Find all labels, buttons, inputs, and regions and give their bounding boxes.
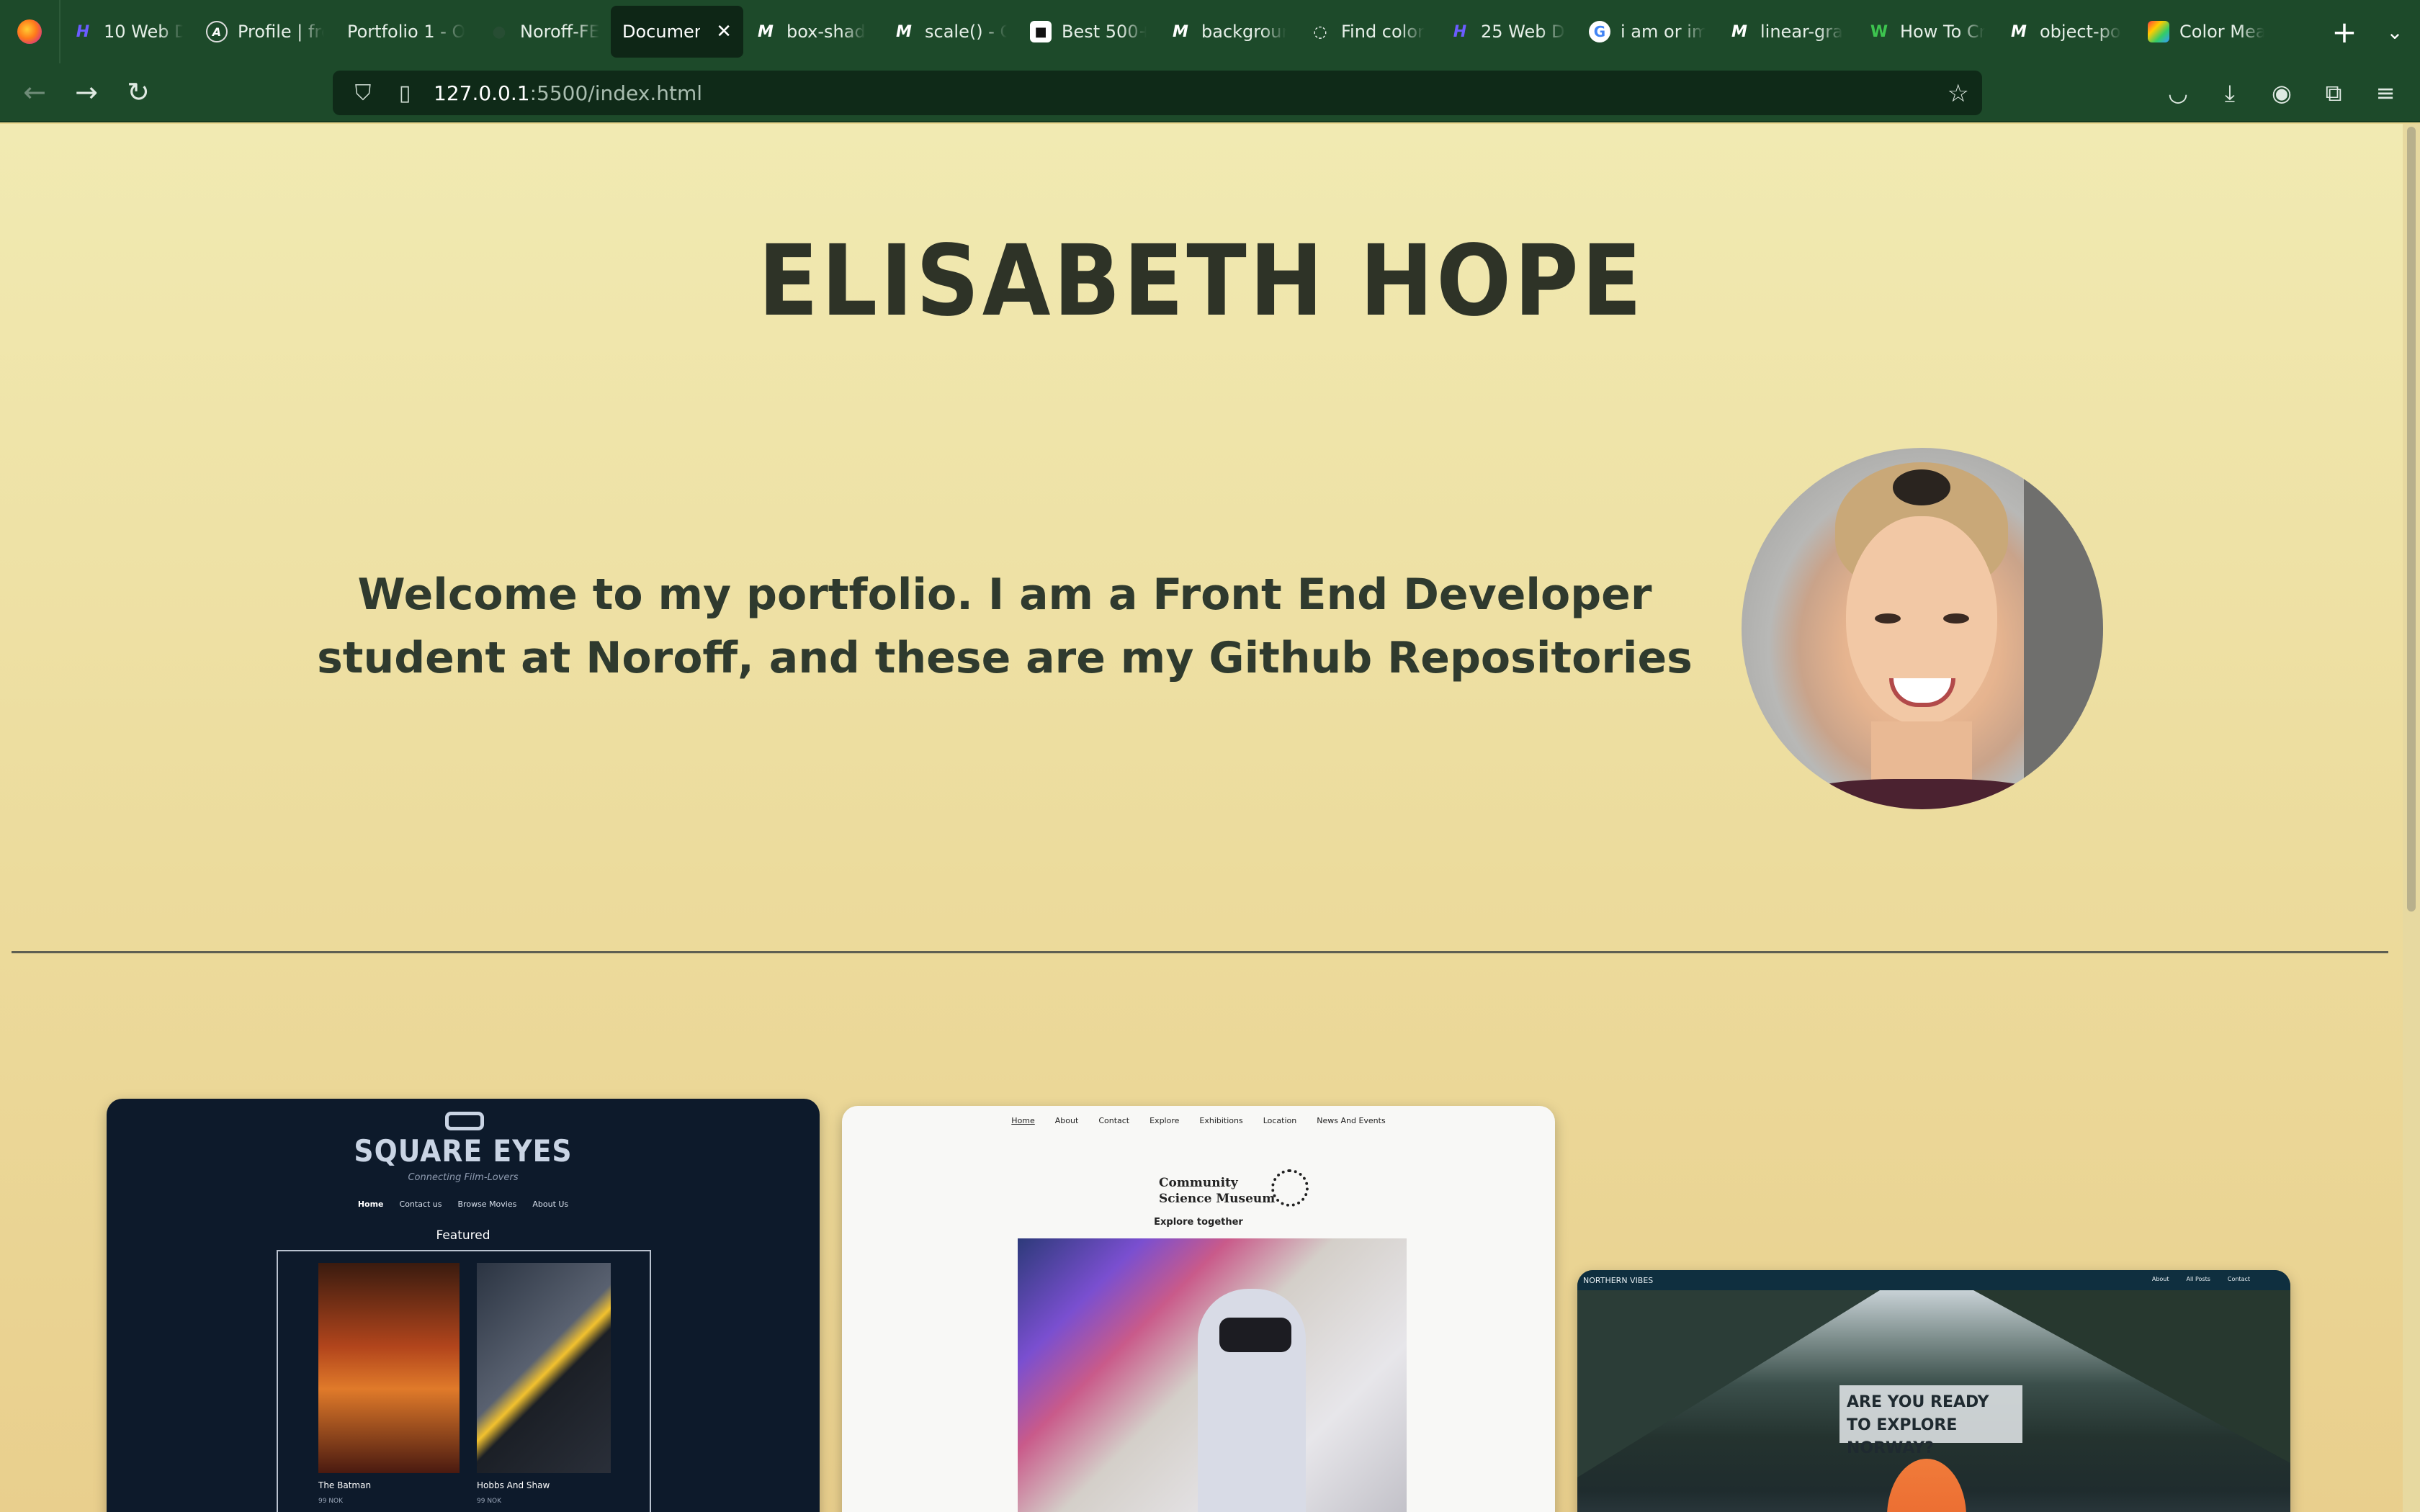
nav-link: About <box>2151 1276 2169 1282</box>
page-scrollbar[interactable] <box>2403 124 2420 1512</box>
downloads-icon[interactable]: ⤓ <box>2204 67 2256 119</box>
movie-poster <box>318 1263 460 1473</box>
featured-movies-box: The Batman Hobbs And Shaw 99 NOK 99 NOK <box>277 1250 651 1512</box>
w3schools-icon: W <box>1870 22 1888 41</box>
museum-hero-image <box>1018 1238 1407 1512</box>
extensions-icon[interactable]: ⧉ <box>2308 67 2360 119</box>
url-host: 127.0.0.1 <box>434 81 530 105</box>
unsplash-icon: ■ <box>1030 21 1052 42</box>
nav-link: Location <box>1263 1116 1297 1125</box>
tab-profile[interactable]: A Profile | fre <box>194 6 336 58</box>
mdn-icon: M <box>896 22 912 41</box>
movie-price: 99 NOK <box>318 1498 344 1505</box>
tab-portfolio[interactable]: Portfolio 1 - O <box>336 6 477 58</box>
shield-icon[interactable]: ⛉ <box>350 81 376 106</box>
new-tab-button[interactable]: + <box>2319 0 2370 63</box>
museum-tagline: Explore together <box>1154 1217 1243 1228</box>
scrollbar-thumb[interactable] <box>2407 127 2416 912</box>
hostinger-icon: H <box>1453 22 1467 41</box>
tab-best-500[interactable]: ■ Best 500+ <box>1018 6 1158 58</box>
movie-title: The Batman <box>318 1480 372 1490</box>
tab-how-to-create[interactable]: W How To Cr <box>1857 6 1996 58</box>
toolbar-right: ◡ ⤓ ◉ ⧉ ≡ <box>2152 67 2411 119</box>
northern-vibes-cta: ARE YOU READY TO EXPLORE NORWAY? <box>1839 1385 2022 1457</box>
nav-link: Exhibitions <box>1199 1116 1243 1125</box>
address-bar[interactable]: ⛉ ▯ 127.0.0.1:5500/index.html ☆ <box>333 71 1982 115</box>
nav-link: Browse Movies <box>457 1200 517 1209</box>
square-eyes-logo: SQUARE EYES <box>354 1133 573 1169</box>
url-path: :5500/index.html <box>529 81 703 105</box>
bookmark-star-icon[interactable]: ☆ <box>1948 79 1969 108</box>
nav-link: Contact <box>2227 1276 2250 1282</box>
mdn-icon: M <box>758 22 774 41</box>
tab-object-position[interactable]: M object-po <box>1996 6 2136 58</box>
hostinger-icon: H <box>76 22 90 41</box>
northern-vibes-nav: About All Posts Contact <box>2152 1276 2250 1282</box>
tab-color-meaning[interactable]: Color Mea <box>2136 6 2276 58</box>
freecodecamp-icon: A <box>206 21 228 42</box>
menu-icon[interactable]: ≡ <box>2360 67 2411 119</box>
color-meaning-icon <box>2148 21 2169 42</box>
profile-photo <box>1742 448 2103 809</box>
museum-gear-icon <box>1271 1169 1309 1207</box>
firefox-icon[interactable] <box>0 0 60 63</box>
nav-link: Home <box>357 1200 384 1209</box>
tab-box-shadow[interactable]: M box-shad <box>743 6 882 58</box>
movie-price: 99 NOK <box>477 1498 502 1505</box>
tab-find-color[interactable]: ◌ Find color <box>1298 6 1438 58</box>
project-card-square-eyes[interactable]: SQUARE EYES Connecting Film-Lovers Home … <box>107 1099 820 1512</box>
page-info-icon[interactable]: ▯ <box>392 81 418 106</box>
movie-title: Hobbs And Shaw <box>477 1480 550 1490</box>
close-tab-icon[interactable]: ✕ <box>716 21 732 42</box>
tab-noroff[interactable]: ● Noroff-FE <box>477 6 611 58</box>
tab-scale[interactable]: M scale() - C <box>882 6 1018 58</box>
tab-document-active[interactable]: Document ✕ <box>611 6 743 58</box>
nav-link: Home <box>1011 1116 1035 1125</box>
page-title: ELISABETH HOPE <box>758 225 1645 338</box>
project-card-science-museum[interactable]: Home About Contact Explore Exhibitions L… <box>842 1106 1555 1512</box>
github-icon: ● <box>492 22 506 41</box>
back-button[interactable]: ← <box>9 66 60 118</box>
browser-nav-bar: ← → ↻ ⛉ ▯ 127.0.0.1:5500/index.html ☆ ◡ … <box>0 63 2420 122</box>
tab-10-web-design[interactable]: H 10 Web De <box>60 6 194 58</box>
mdn-icon: M <box>2011 22 2027 41</box>
glasses-logo-icon <box>445 1112 484 1130</box>
movie-poster <box>477 1263 611 1473</box>
square-eyes-nav: Home Contact us Browse Movies About Us <box>107 1200 820 1209</box>
browser-tab-bar: H 10 Web De A Profile | fre Portfolio 1 … <box>0 0 2420 63</box>
account-icon[interactable]: ◉ <box>2256 67 2308 119</box>
tab-strip: H 10 Web De A Profile | fre Portfolio 1 … <box>60 0 2319 63</box>
portfolio-page: ELISABETH HOPE Welcome to my portfolio. … <box>0 124 2403 1512</box>
museum-nav: Home About Contact Explore Exhibitions L… <box>842 1116 1555 1125</box>
nav-link: News And Events <box>1317 1116 1386 1125</box>
coolors-icon: ◌ <box>1313 22 1327 41</box>
nav-link: Contact <box>1098 1116 1130 1125</box>
forward-button[interactable]: → <box>60 66 112 118</box>
google-icon: G <box>1589 21 1610 42</box>
intro-text: Welcome to my portfolio. I am a Front En… <box>317 570 1693 683</box>
project-card-northern-vibes[interactable]: NORTHERN VIBES About All Posts Contact A… <box>1577 1270 2290 1512</box>
northern-vibes-brand: NORTHERN VIBES <box>1583 1275 1654 1285</box>
nav-link: About Us <box>532 1200 569 1209</box>
tab-linear-gradient[interactable]: M linear-gra <box>1717 6 1857 58</box>
nav-link: All Posts <box>2186 1276 2210 1282</box>
tab-google-search[interactable]: G i am or im <box>1577 6 1717 58</box>
nav-link: About <box>1054 1116 1079 1125</box>
mdn-icon: M <box>1731 22 1747 41</box>
mdn-icon: M <box>1173 22 1188 41</box>
pocket-icon[interactable]: ◡ <box>2152 67 2204 119</box>
nav-link: Explore <box>1150 1116 1180 1125</box>
tab-25-web-design[interactable]: H 25 Web De <box>1438 6 1577 58</box>
tab-background[interactable]: M backgroun <box>1158 6 1298 58</box>
square-eyes-tagline: Connecting Film-Lovers <box>408 1172 519 1183</box>
featured-heading: Featured <box>436 1228 490 1243</box>
reload-button[interactable]: ↻ <box>112 66 164 118</box>
section-divider <box>12 951 2388 953</box>
nav-link: Contact us <box>399 1200 442 1209</box>
list-all-tabs-button[interactable]: ⌄ <box>2370 0 2420 63</box>
